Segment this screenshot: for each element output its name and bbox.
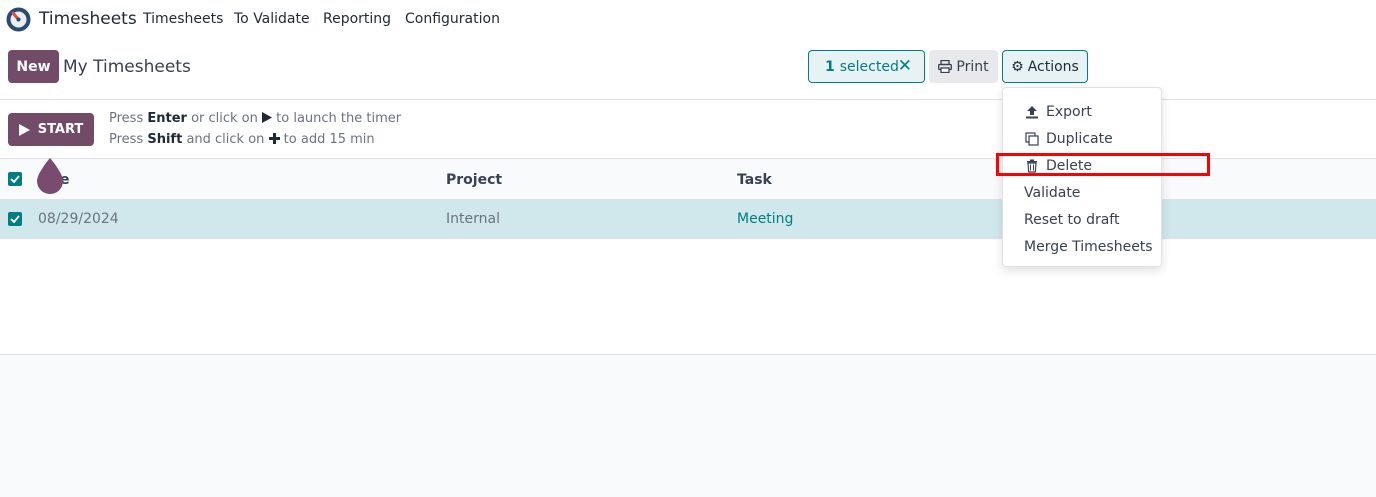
top-navbar: Timesheets Timesheets To Validate Report… — [0, 0, 1376, 40]
menu-item-label: Merge Timesheets — [1024, 238, 1153, 255]
menu-to-validate[interactable]: To Validate — [234, 11, 310, 27]
menu-item-label: Duplicate — [1046, 130, 1113, 147]
hint-text: and click on — [182, 132, 269, 147]
column-header-project[interactable]: Project — [446, 172, 502, 188]
timer-hint-shift: Press Shift and click on to add 15 min — [109, 132, 375, 147]
menu-item-label: Validate — [1024, 184, 1081, 201]
start-label: START — [37, 122, 84, 137]
hint-text: Press — [109, 132, 148, 147]
checkmark-icon — [10, 175, 20, 183]
start-timer-button[interactable]: START — [8, 113, 94, 146]
delete-highlight-box — [996, 153, 1210, 176]
play-icon — [18, 123, 30, 136]
gear-icon: ⚙ — [1011, 58, 1024, 75]
hint-text: or click on — [186, 111, 263, 126]
menu-item-export[interactable]: Export — [1003, 98, 1161, 125]
timesheets-app-logo-icon[interactable] — [6, 7, 31, 32]
hint-text: Press — [109, 111, 148, 126]
actions-dropdown-menu: Export Duplicate Delete Validate Reset t… — [1002, 87, 1162, 267]
menu-item-validate[interactable]: Validate — [1003, 179, 1161, 206]
selected-count: 1 — [825, 58, 835, 75]
clear-selection-icon[interactable]: ✕ — [898, 56, 912, 76]
row-checkbox[interactable] — [8, 212, 22, 226]
hint-key: Shift — [147, 132, 183, 147]
actions-button[interactable]: ⚙ Actions — [1002, 50, 1088, 83]
cell-date: 08/29/2024 — [38, 211, 119, 227]
empty-row — [0, 278, 1376, 317]
control-panel: New My Timesheets 1 selected ✕ Print ⚙ A… — [0, 40, 1376, 100]
timer-bar: START Press Enter or click on to launch … — [0, 100, 1376, 159]
play-icon — [262, 112, 273, 123]
menu-reporting[interactable]: Reporting — [323, 11, 391, 27]
selection-indicator: 1 selected ✕ — [808, 50, 925, 83]
select-all-checkbox[interactable] — [8, 172, 22, 186]
menu-item-duplicate[interactable]: Duplicate — [1003, 125, 1161, 152]
drag-cursor-icon — [37, 158, 63, 194]
menu-configuration[interactable]: Configuration — [405, 11, 500, 27]
column-header-task[interactable]: Task — [737, 172, 772, 188]
menu-item-label: Reset to draft — [1024, 211, 1120, 228]
menu-item-reset-to-draft[interactable]: Reset to draft — [1003, 206, 1161, 233]
actions-label: Actions — [1027, 58, 1079, 75]
hint-text: to add 15 min — [279, 132, 375, 147]
cell-task[interactable]: Meeting — [737, 211, 793, 227]
print-label: Print — [956, 58, 989, 75]
menu-item-label: Export — [1046, 103, 1092, 120]
app-name[interactable]: Timesheets — [39, 9, 137, 29]
hint-key: Enter — [147, 111, 187, 126]
upload-icon — [1026, 105, 1038, 118]
empty-row — [0, 316, 1376, 355]
empty-row — [0, 240, 1376, 279]
selected-label: selected — [839, 58, 899, 75]
menu-timesheets[interactable]: Timesheets — [143, 11, 223, 27]
copy-icon — [1025, 131, 1039, 146]
checkmark-icon — [10, 215, 20, 223]
new-button[interactable]: New — [8, 50, 59, 83]
printer-icon — [938, 60, 953, 73]
cell-project: Internal — [446, 211, 500, 227]
timer-hint-enter: Press Enter or click on to launch the ti… — [109, 111, 401, 126]
table-row[interactable]: 08/29/2024 Internal Meeting — [0, 200, 1376, 239]
page-title: My Timesheets — [63, 57, 191, 77]
plus-icon — [268, 133, 280, 144]
menu-item-merge-timesheets[interactable]: Merge Timesheets — [1003, 233, 1161, 260]
print-button[interactable]: Print — [929, 50, 998, 83]
hint-text: to launch the timer — [272, 111, 402, 126]
